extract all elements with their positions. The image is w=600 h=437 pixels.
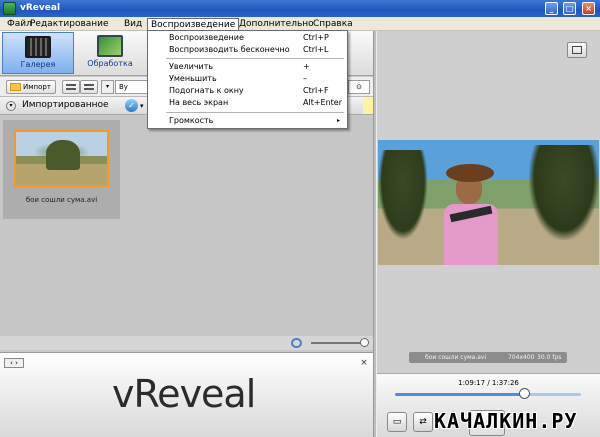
list-icon	[84, 84, 94, 90]
seek-handle[interactable]	[519, 388, 531, 399]
bottom-panel: ‹ › × vReveal	[0, 352, 373, 437]
grid-icon	[66, 84, 76, 90]
timecode: 1:09:17 / 1:37:26	[458, 379, 519, 387]
menu-playback[interactable]: Воспроизведение	[147, 18, 240, 30]
panel-close-button[interactable]: ×	[359, 358, 369, 368]
preview-panel: бои сошли сума.avi 704x400 30.0 fps 1:09…	[377, 31, 600, 437]
menu-separator	[166, 112, 344, 113]
menu-help[interactable]: Справка	[310, 18, 356, 30]
fullscreen-icon	[572, 46, 582, 54]
gallery-button[interactable]: Галерея	[2, 32, 74, 74]
video-tree-left	[378, 150, 428, 240]
menu-item-play[interactable]: Воспроизведение Ctrl+P	[148, 32, 347, 44]
submenu-arrow-icon: ▸	[337, 117, 341, 124]
video-frame[interactable]	[378, 140, 599, 265]
fullscreen-button[interactable]	[567, 42, 587, 58]
film-icon	[25, 36, 51, 58]
maximize-button[interactable]: □	[563, 2, 576, 15]
video-resolution: 704x400	[508, 354, 535, 361]
close-button[interactable]: ×	[582, 2, 595, 15]
zoom-icon	[291, 338, 302, 348]
folder-icon	[10, 83, 21, 91]
zoom-slider-track[interactable]	[311, 342, 367, 344]
video-person	[442, 164, 498, 265]
vreveal-logo: vReveal	[112, 372, 256, 416]
edit-label: Обработка	[87, 59, 133, 68]
frame-button[interactable]: ▭	[387, 412, 407, 432]
seek-bar[interactable]	[395, 393, 581, 396]
group-accent	[363, 97, 373, 114]
zoom-slider-handle[interactable]	[360, 338, 369, 347]
menu-view[interactable]: Вид	[121, 18, 145, 30]
sort-select[interactable]: By Name	[115, 80, 149, 94]
window-title: vReveal	[20, 3, 61, 13]
gallery-item[interactable]: бои сошли сума.avi	[3, 120, 120, 219]
gallery-label: Галерея	[20, 60, 56, 69]
video-info-bar: бои сошли сума.avi 704x400 30.0 fps	[409, 352, 567, 363]
menu-separator	[166, 58, 344, 59]
view-list-button[interactable]	[80, 80, 98, 94]
site-watermark: КАЧАЛКИН.РУ	[434, 409, 578, 433]
loop-button[interactable]: ⇄	[413, 412, 433, 432]
menu-item-fit-window[interactable]: Подогнать к окну Ctrl+F	[148, 85, 347, 97]
menu-edit[interactable]: Редактирование	[27, 18, 112, 30]
select-all-icon[interactable]: ✓	[125, 99, 138, 112]
search-icon[interactable]: ⊙	[348, 80, 370, 94]
edit-photo-icon	[97, 35, 123, 57]
gallery-item-label: бои сошли сума.avi	[25, 196, 98, 204]
video-person-hat	[446, 164, 494, 182]
view-grid-button[interactable]	[62, 80, 80, 94]
minimize-button[interactable]: _	[545, 2, 558, 15]
menu-extras[interactable]: Дополнительно	[236, 18, 317, 30]
title-bar: vReveal _ □ ×	[0, 0, 600, 17]
sort-dropdown-arrow[interactable]: ▾	[101, 80, 114, 94]
menu-item-fullscreen[interactable]: На весь экран Alt+Enter	[148, 97, 347, 109]
import-label: Импорт	[23, 83, 51, 91]
video-fps: 30.0 fps	[537, 354, 562, 361]
zoom-bar	[0, 336, 373, 350]
collapse-icon[interactable]: ▾	[6, 101, 16, 111]
video-tree-right	[529, 145, 599, 240]
menu-item-volume[interactable]: Громкость ▸	[148, 115, 347, 127]
edit-button[interactable]: Обработка	[74, 32, 146, 74]
menu-item-zoom-out[interactable]: Уменьшить –	[148, 73, 347, 85]
menu-item-zoom-in[interactable]: Увеличить +	[148, 61, 347, 73]
group-title: Импортированное	[22, 100, 109, 110]
gallery-area: бои сошли сума.avi	[0, 116, 373, 336]
menu-item-loop[interactable]: Воспроизводить бесконечно Ctrl+L	[148, 44, 347, 56]
menu-bar: Файл Редактирование Вид Воспроизведение …	[0, 17, 600, 31]
video-file-name: бои сошли сума.avi	[425, 354, 487, 361]
video-thumbnail[interactable]	[14, 130, 109, 187]
thumbnail-tree	[46, 140, 80, 170]
app-icon	[3, 2, 16, 15]
playback-menu: Воспроизведение Ctrl+P Воспроизводить бе…	[147, 30, 348, 129]
panel-nav-buttons[interactable]: ‹ ›	[4, 358, 24, 368]
import-button[interactable]: Импорт	[6, 80, 56, 94]
